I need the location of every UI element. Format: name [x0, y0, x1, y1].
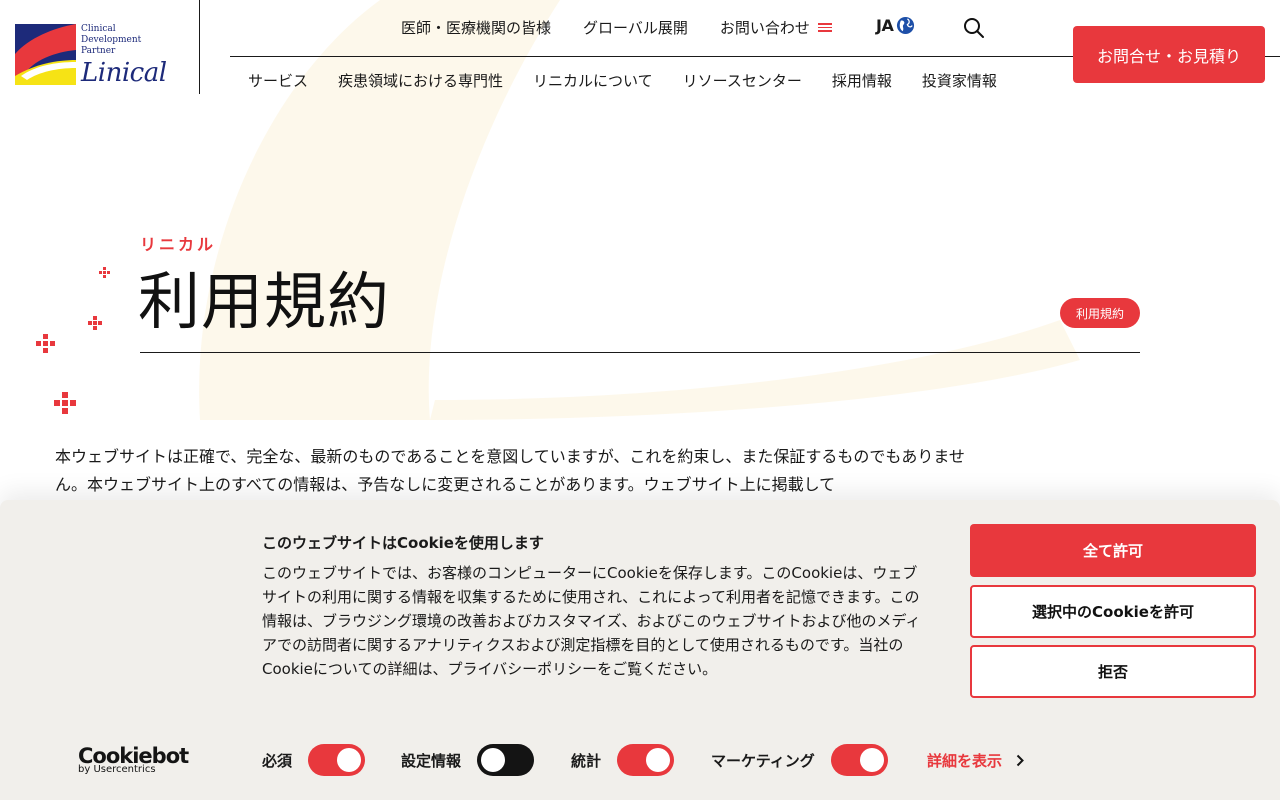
toggle-statistics-switch[interactable]	[617, 744, 675, 776]
nav-services[interactable]: サービス	[248, 70, 308, 91]
logo-tagline: Clinical Development Partner	[81, 24, 142, 56]
breadcrumb-badge[interactable]: 利用規約	[1060, 298, 1140, 328]
show-details-link[interactable]: 詳細を表示	[927, 750, 1024, 771]
logo-mark-icon	[15, 24, 76, 85]
toggle-preferences: 設定情報	[401, 744, 535, 776]
toggle-preferences-switch[interactable]	[477, 744, 535, 776]
sparkle-decoration-icon	[36, 267, 110, 414]
allow-selection-button[interactable]: 選択中のCookieを許可	[970, 585, 1256, 638]
terms-paragraph: 本ウェブサイトは正確で、完全な、最新のものであることを意図していますが、これを約…	[55, 447, 965, 494]
toggle-necessary-label: 必須	[262, 751, 293, 770]
globe-icon	[897, 16, 915, 35]
logo-wordmark: Linical	[81, 58, 167, 88]
nav-about[interactable]: リニカルについて	[533, 70, 653, 91]
cookie-consent-banner: このウェブサイトはCookieを使用します このウェブサイトでは、お客様のコンピ…	[0, 500, 1280, 800]
toggle-marketing-switch[interactable]	[830, 744, 888, 776]
cookie-title: このウェブサイトはCookieを使用します	[262, 534, 544, 552]
chevron-right-icon	[1016, 754, 1024, 767]
menu-lines-icon	[817, 21, 832, 34]
cookiebot-logo: Cookiebot by Usercentrics	[78, 744, 189, 775]
cookie-description: このウェブサイトでは、お客様のコンピューターにCookieを保存します。このCo…	[262, 564, 921, 678]
toggle-statistics: 統計	[571, 744, 675, 776]
nav-contact-label: お問い合わせ	[719, 19, 810, 37]
toggle-necessary-switch[interactable]	[308, 744, 366, 776]
show-details-label: 詳細を表示	[927, 752, 1003, 770]
toggle-statistics-label: 統計	[571, 751, 602, 770]
main-nav: サービス 疾患領域における専門性 リニカルについて リソースセンター 採用情報 …	[248, 70, 1027, 91]
utility-nav: 医師・医療機関の皆様 グローバル展開 お問い合わせ	[401, 17, 864, 38]
toggle-marketing: マーケティング	[711, 744, 888, 776]
nav-careers[interactable]: 採用情報	[832, 70, 892, 91]
title-divider	[140, 352, 1140, 353]
nav-investors[interactable]: 投資家情報	[922, 70, 997, 91]
contact-quote-button[interactable]: お問合せ・お見積り	[1073, 26, 1265, 83]
toggle-preferences-label: 設定情報	[401, 751, 462, 770]
toggle-marketing-label: マーケティング	[711, 751, 815, 770]
nav-expertise[interactable]: 疾患領域における専門性	[338, 70, 503, 91]
nav-resources[interactable]: リソースセンター	[683, 70, 802, 91]
linical-logo[interactable]: Clinical Development Partner Linical	[15, 24, 180, 88]
allow-all-button[interactable]: 全て許可	[970, 524, 1256, 577]
toggle-necessary: 必須	[262, 744, 366, 776]
nav-physicians[interactable]: 医師・医療機関の皆様	[401, 17, 551, 38]
nav-contact[interactable]: お問い合わせ	[720, 17, 832, 38]
deny-button[interactable]: 拒否	[970, 645, 1256, 698]
page-title: 利用規約	[138, 265, 391, 338]
language-switcher[interactable]: JA	[876, 16, 915, 35]
search-icon[interactable]	[963, 17, 985, 39]
logo-divider	[199, 0, 200, 94]
nav-global[interactable]: グローバル展開	[583, 17, 688, 38]
language-code: JA	[876, 16, 894, 35]
